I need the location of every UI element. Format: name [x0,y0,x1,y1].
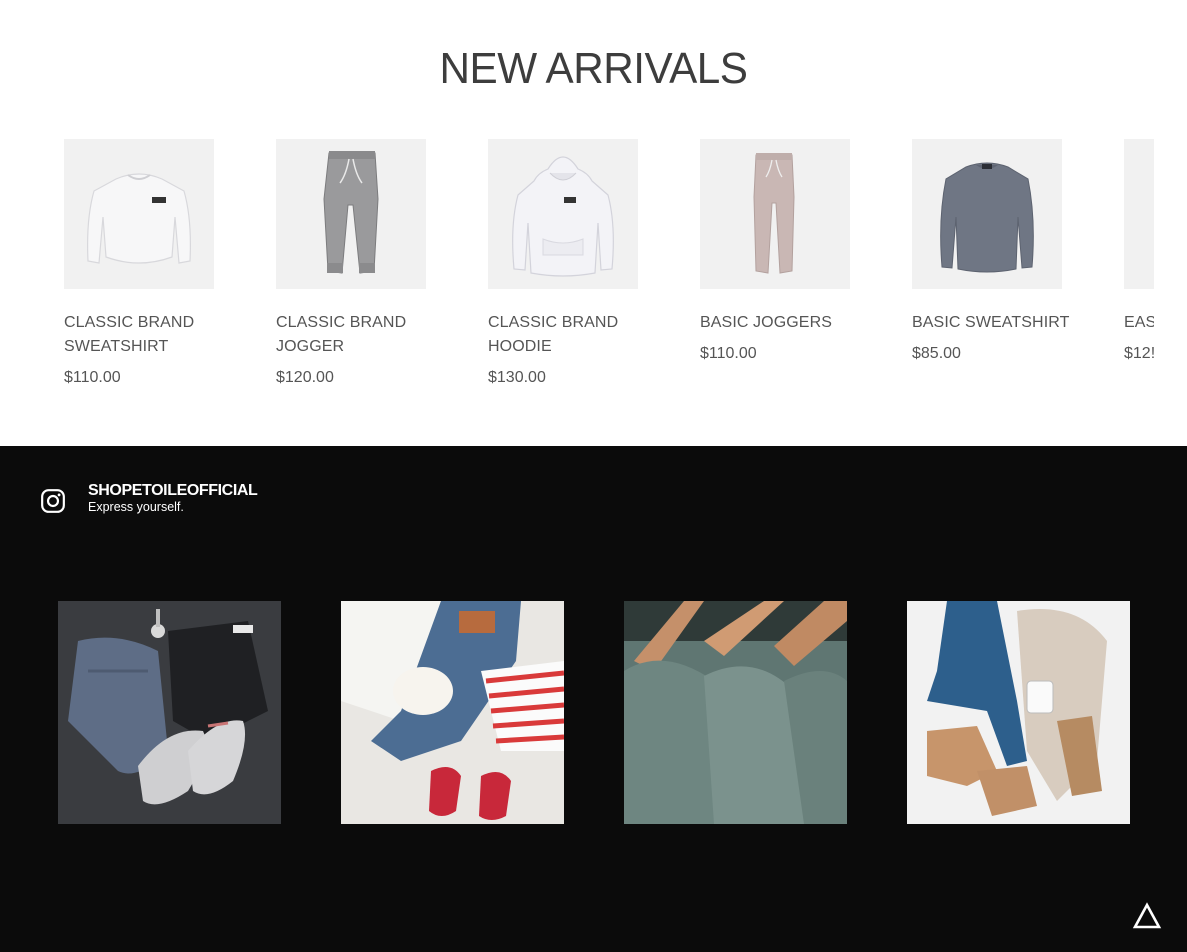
product-image[interactable] [700,139,850,289]
product-image[interactable] [1124,139,1154,289]
product-card[interactable]: BASIC JOGGERS $110.00 [700,139,900,364]
instagram-post[interactable] [907,601,1130,824]
product-image[interactable] [276,139,426,289]
instagram-feed [58,601,1138,824]
product-image[interactable] [488,139,638,289]
instagram-tagline: Express yourself. [88,500,184,514]
instagram-section: SHOPETOILEOFFICIAL Express yourself. [0,446,1187,952]
product-price: $110.00 [64,369,121,386]
partial-product-photo [1124,139,1154,289]
flatlay-denim-stripes-sandals-photo [341,601,564,824]
product-name[interactable]: CLASSIC BRAND HOODIE [488,311,678,359]
flatlay-jeans-boots-mug-photo [907,601,1130,824]
product-card[interactable]: EAS $12! [1124,139,1154,364]
product-price: $130.00 [488,369,546,386]
instagram-post[interactable] [624,601,847,824]
section-title: NEW ARRIVALS [439,44,748,93]
instagram-post[interactable] [58,601,281,824]
flatlay-jeans-sneakers-photo [58,601,281,824]
product-name[interactable]: EAS [1124,311,1154,335]
product-image[interactable] [912,139,1062,289]
instagram-icon[interactable] [40,488,66,514]
grey-jogger-photo [323,151,379,274]
product-name[interactable]: CLASSIC BRAND JOGGER [276,311,466,359]
product-card[interactable]: BASIC SWEATSHIRT $85.00 [912,139,1112,364]
white-hoodie-photo [512,156,614,277]
instagram-header[interactable]: SHOPETOILEOFFICIAL Express yourself. [40,482,258,515]
white-sweatshirt-photo [87,173,191,264]
beige-joggers-photo [753,153,795,274]
product-image[interactable] [64,139,214,289]
product-card[interactable]: CLASSIC BRAND SWEATSHIRT $110.00 [64,139,264,388]
product-carousel[interactable]: CLASSIC BRAND SWEATSHIRT $110.00 CLASSIC… [64,139,1154,429]
product-price: $110.00 [700,345,757,362]
product-name[interactable]: BASIC JOGGERS [700,311,890,335]
tshirts-on-hangers-photo [624,601,847,824]
grey-sweatshirt-photo [940,162,1034,273]
product-name[interactable]: BASIC SWEATSHIRT [912,311,1102,335]
product-name[interactable]: CLASSIC BRAND SWEATSHIRT [64,311,254,359]
instagram-post[interactable] [341,601,564,824]
triangle-up-icon[interactable] [1132,902,1162,930]
product-card[interactable]: CLASSIC BRAND JOGGER $120.00 [276,139,476,388]
instagram-handle[interactable]: SHOPETOILEOFFICIAL [88,482,258,500]
product-card[interactable]: CLASSIC BRAND HOODIE $130.00 [488,139,688,388]
product-price: $12! [1124,345,1154,362]
new-arrivals-section: NEW ARRIVALS CLASSIC BRAND SWEATSHIRT $1… [0,0,1187,446]
product-price: $120.00 [276,369,334,386]
product-price: $85.00 [912,345,961,362]
